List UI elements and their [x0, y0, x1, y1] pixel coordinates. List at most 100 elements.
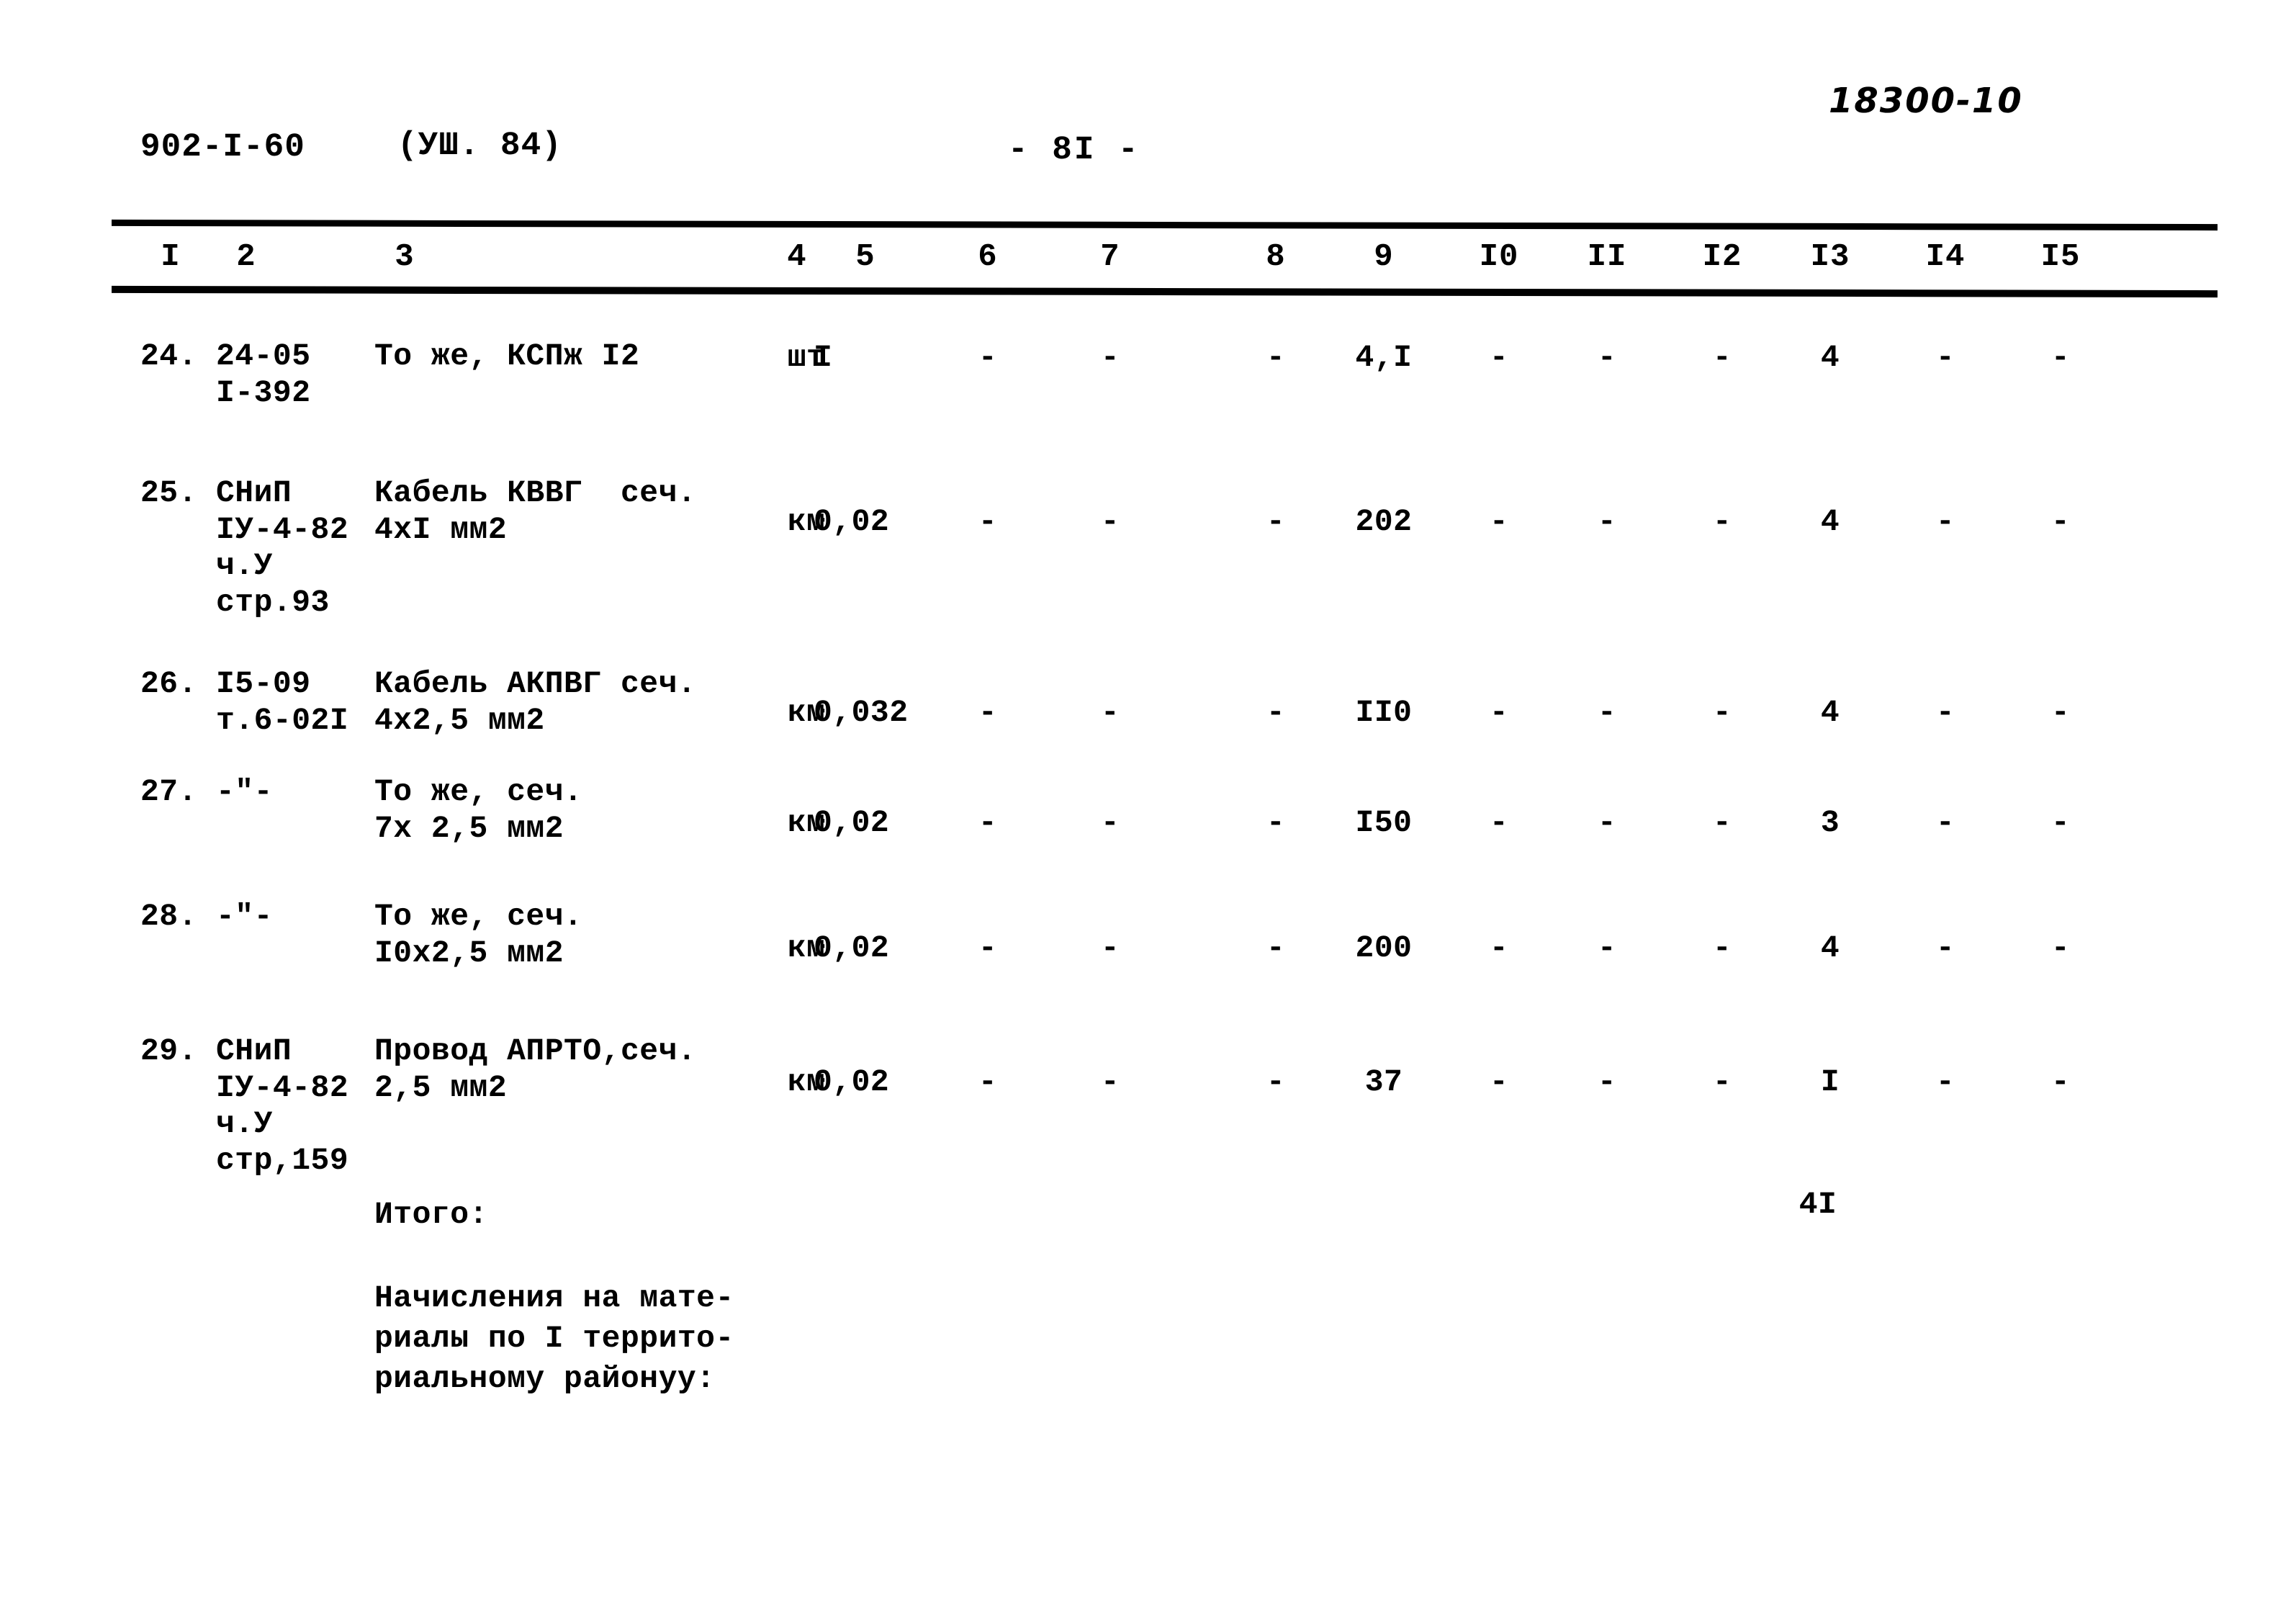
table-bottom-rule	[111, 285, 2218, 298]
row-29-col15: -	[2050, 1064, 2071, 1100]
row-25-col7: -	[1100, 504, 1120, 539]
column-header-15: I5	[2040, 239, 2081, 275]
row-27-col8: -	[1266, 805, 1286, 840]
row-27-col10: -	[1489, 805, 1509, 840]
row-29-col11: -	[1597, 1064, 1617, 1100]
row-25-col10: -	[1489, 504, 1509, 539]
row-29-col14: -	[1935, 1064, 1955, 1100]
row-25-col13: 4	[1820, 504, 1840, 539]
row-24-col15: -	[2050, 340, 2071, 375]
row-25-col8: -	[1266, 504, 1286, 539]
row-25-code: СНиП IУ-4-82 ч.У стр.93	[216, 475, 349, 621]
row-24-col10: -	[1489, 340, 1509, 375]
row-28-col6: -	[978, 930, 998, 966]
archive-stamp-number: 18300-10	[1829, 81, 2023, 121]
row-24-col6: -	[978, 340, 998, 375]
column-header-11: II	[1587, 239, 1627, 275]
row-26-col9: II0	[1355, 695, 1413, 730]
row-29-col13: I	[1820, 1064, 1840, 1100]
row-24-code: 24-05 I-392	[216, 338, 311, 410]
column-header-3: 3	[395, 239, 415, 275]
scanned-document-page: 18300-10 902-I-60 (УШ. 84) - 8I - I23456…	[0, 0, 2296, 1616]
row-26-description: Кабель АКПВГ сеч. 4х2,5 мм2	[374, 666, 697, 738]
row-29-col7: -	[1100, 1064, 1120, 1100]
row-28-description: То же, сеч. I0х2,5 мм2	[374, 899, 583, 971]
row-26-col7: -	[1100, 695, 1120, 730]
column-header-14: I4	[1925, 239, 1966, 275]
column-header-8: 8	[1266, 239, 1286, 275]
row-29-description: Провод АПРТО,сеч. 2,5 мм2	[374, 1033, 697, 1105]
row-25-col15: -	[2050, 504, 2071, 539]
column-header-5: 5	[855, 239, 875, 275]
row-29-col6: -	[978, 1064, 998, 1100]
column-header-2: 2	[236, 239, 256, 275]
row-29-col9: 37	[1364, 1064, 1403, 1100]
row-28-col7: -	[1100, 930, 1120, 966]
column-header-10: I0	[1479, 239, 1519, 275]
row-26-quantity: 0,032	[814, 695, 909, 730]
row-27-description: То же, сеч. 7х 2,5 мм2	[374, 774, 583, 846]
row-24-description: То же, КСПж I2	[374, 338, 640, 374]
row-25-col9: 202	[1355, 504, 1413, 539]
row-25-col14: -	[1935, 504, 1955, 539]
row-25-col11: -	[1597, 504, 1617, 539]
row-26-col14: -	[1935, 695, 1955, 730]
row-24-col14: -	[1935, 340, 1955, 375]
row-28-col9: 200	[1355, 930, 1413, 966]
row-27-col6: -	[978, 805, 998, 840]
page-number: - 8I -	[1008, 131, 1140, 169]
row-28-col11: -	[1597, 930, 1617, 966]
row-28-col13: 4	[1820, 930, 1840, 966]
row-27-col12: -	[1712, 805, 1732, 840]
row-27-col7: -	[1100, 805, 1120, 840]
row-26-col12: -	[1712, 695, 1732, 730]
row-24-quantity: I	[814, 340, 833, 375]
column-header-12: I2	[1702, 239, 1742, 275]
row-27-quantity: 0,02	[814, 805, 890, 840]
row-28-quantity: 0,02	[814, 930, 890, 966]
row-25-col12: -	[1712, 504, 1732, 539]
row-25-description: Кабель КВВГ сеч. 4хI мм2	[374, 475, 697, 547]
row-28-col14: -	[1935, 930, 1955, 966]
column-header-13: I3	[1810, 239, 1850, 275]
row-29-col10: -	[1489, 1064, 1509, 1100]
row-28-col12: -	[1712, 930, 1732, 966]
document-code: 902-I-60	[140, 128, 305, 166]
row-26-col6: -	[978, 695, 998, 730]
row-27-col9: I50	[1355, 805, 1413, 840]
total-value: 4I	[1798, 1187, 1837, 1222]
row-26-col8: -	[1266, 695, 1286, 730]
row-24-col11: -	[1597, 340, 1617, 375]
row-28-col8: -	[1266, 930, 1286, 966]
row-24-col12: -	[1712, 340, 1732, 375]
table-top-rule	[111, 219, 2218, 231]
row-26-col10: -	[1489, 695, 1509, 730]
row-28-col15: -	[2050, 930, 2071, 966]
row-26-col15: -	[2050, 695, 2071, 730]
row-29-quantity: 0,02	[814, 1064, 890, 1100]
row-27-code: -"-	[216, 774, 273, 809]
total-label: Итого:	[374, 1197, 488, 1232]
column-header-9: 9	[1374, 239, 1394, 275]
row-27-col11: -	[1597, 805, 1617, 840]
row-26-code: I5-09 т.6-02I	[216, 666, 349, 738]
row-29-col8: -	[1266, 1064, 1286, 1100]
row-24-col7: -	[1100, 340, 1120, 375]
document-revision: (УШ. 84)	[397, 127, 562, 164]
row-26-col11: -	[1597, 695, 1617, 730]
row-26-col13: 4	[1820, 695, 1840, 730]
row-28-code: -"-	[216, 899, 273, 934]
row-29-col12: -	[1712, 1064, 1732, 1100]
row-27-col13: 3	[1820, 805, 1840, 840]
column-header-6: 6	[978, 239, 998, 275]
row-27-col15: -	[2050, 805, 2071, 840]
row-25-col6: -	[978, 504, 998, 539]
row-24-col8: -	[1266, 340, 1286, 375]
row-27-col14: -	[1935, 805, 1955, 840]
column-header-1: I	[161, 239, 181, 275]
row-24-col13: 4	[1820, 340, 1840, 375]
row-24-col9: 4,I	[1355, 340, 1413, 375]
row-25-quantity: 0,02	[814, 504, 890, 539]
column-header-7: 7	[1100, 239, 1120, 275]
row-29-code: СНиП IУ-4-82 ч.У стр,159	[216, 1033, 349, 1179]
